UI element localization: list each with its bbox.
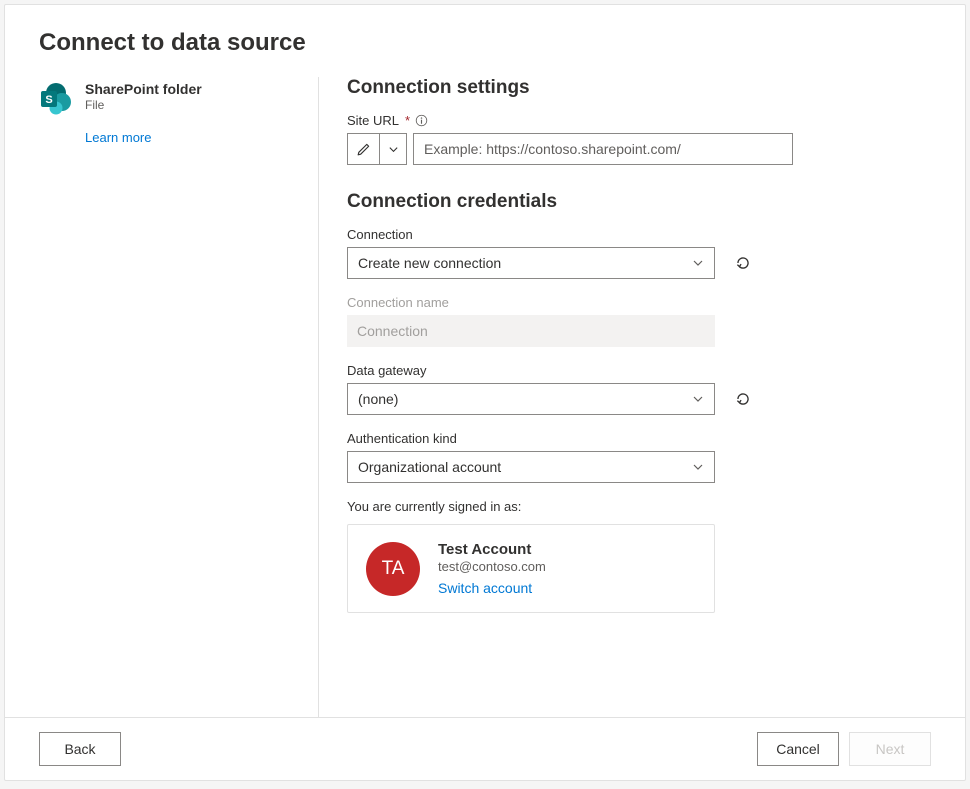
dialog-header: Connect to data source [5, 5, 965, 77]
dialog-footer: Back Cancel Next [5, 717, 965, 780]
connection-credentials-heading: Connection credentials [347, 191, 931, 213]
site-url-label: Site URL * [347, 113, 931, 128]
account-name: Test Account [438, 541, 546, 558]
connect-data-source-dialog: Connect to data source S SharePoint fold… [4, 4, 966, 781]
connection-dropdown[interactable]: Create new connection [347, 247, 715, 279]
data-gateway-label: Data gateway [347, 363, 931, 378]
connection-dropdown-value: Create new connection [358, 255, 501, 271]
account-email: test@contoso.com [438, 559, 546, 574]
account-info: Test Account test@contoso.com Switch acc… [438, 541, 546, 596]
data-source-row: S SharePoint folder File [39, 81, 298, 115]
left-panel: S SharePoint folder File Learn more [39, 77, 319, 717]
data-source-title: SharePoint folder [85, 81, 202, 97]
data-source-subtitle: File [85, 98, 202, 112]
dialog-title: Connect to data source [39, 29, 931, 57]
back-button[interactable]: Back [39, 732, 121, 766]
chevron-down-icon [692, 393, 704, 405]
data-gateway-dropdown[interactable]: (none) [347, 383, 715, 415]
chevron-down-icon [692, 257, 704, 269]
connection-name-input: Connection [347, 315, 715, 347]
authentication-kind-dropdown[interactable]: Organizational account [347, 451, 715, 483]
connection-settings-heading: Connection settings [347, 77, 931, 99]
url-mode-dropdown-button[interactable] [380, 134, 406, 164]
required-asterisk: * [405, 113, 410, 128]
info-icon[interactable] [414, 114, 428, 128]
connection-name-label: Connection name [347, 295, 931, 310]
site-url-input[interactable] [413, 133, 793, 165]
learn-more-link[interactable]: Learn more [85, 130, 151, 145]
site-url-label-text: Site URL [347, 113, 399, 128]
site-url-row [347, 133, 931, 165]
cancel-button[interactable]: Cancel [757, 732, 839, 766]
account-card: TA Test Account test@contoso.com Switch … [347, 524, 715, 613]
data-gateway-row: (none) [347, 383, 931, 415]
authentication-kind-value: Organizational account [358, 459, 501, 475]
connection-row: Create new connection [347, 247, 931, 279]
authentication-kind-label: Authentication kind [347, 431, 931, 446]
authentication-kind-row: Organizational account [347, 451, 931, 483]
signed-in-label: You are currently signed in as: [347, 499, 931, 514]
right-panel: Connection settings Site URL * [319, 77, 931, 717]
avatar: TA [366, 542, 420, 596]
sharepoint-icon: S [39, 81, 73, 115]
chevron-down-icon [692, 461, 704, 473]
refresh-icon [734, 390, 752, 408]
connection-label: Connection [347, 227, 931, 242]
url-mode-split-button [347, 133, 407, 165]
chevron-down-icon [388, 144, 399, 155]
switch-account-link[interactable]: Switch account [438, 580, 546, 596]
data-source-text: SharePoint folder File [85, 81, 202, 112]
next-button: Next [849, 732, 931, 766]
pencil-icon [356, 142, 371, 157]
connection-refresh-button[interactable] [729, 249, 757, 277]
data-gateway-value: (none) [358, 391, 398, 407]
svg-text:S: S [45, 94, 52, 106]
gateway-refresh-button[interactable] [729, 385, 757, 413]
refresh-icon [734, 254, 752, 272]
dialog-body: S SharePoint folder File Learn more Conn… [5, 77, 965, 717]
url-edit-button[interactable] [348, 134, 380, 164]
footer-right: Cancel Next [757, 732, 931, 766]
